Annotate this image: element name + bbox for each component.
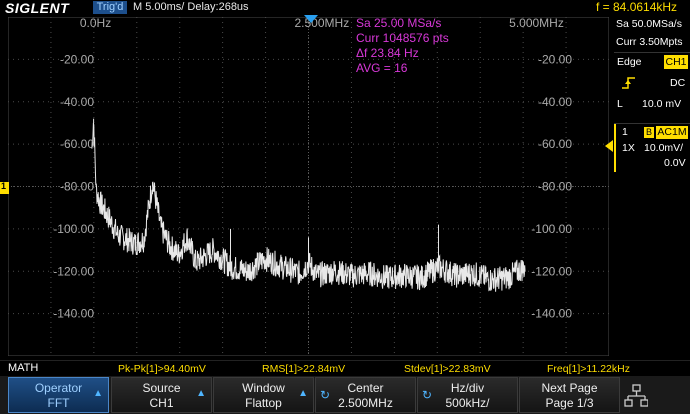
y-tick-label-right: -80.00 bbox=[538, 180, 572, 194]
channel-offset: 0.0V bbox=[664, 157, 686, 169]
y-tick-label-left: -60.00 bbox=[60, 137, 94, 151]
measure-freq: Freq[1]>11.22kHz bbox=[547, 363, 630, 375]
y-tick-label-left: -40.00 bbox=[60, 95, 94, 109]
softkey-window[interactable]: Window Flattop ▲ bbox=[213, 377, 314, 413]
softkey-center-value: 2.500MHz bbox=[338, 396, 393, 410]
waveform-display[interactable]: 0.0Hz 2.500MHz 5.000MHz -20.00 -40.00 -60.00 -… bbox=[8, 17, 609, 356]
trigger-level-label: L bbox=[617, 98, 623, 110]
arrow-up-icon: ▲ bbox=[93, 388, 103, 399]
x-tick-label: 5.000MHz bbox=[509, 17, 564, 30]
timebase-readout: M 5.00ms/ Delay:268us bbox=[133, 1, 249, 13]
math-label: MATH bbox=[8, 362, 39, 374]
fft-average: AVG = 16 bbox=[356, 61, 408, 75]
probe-attenuation: 1X bbox=[622, 142, 635, 154]
bandwidth-limit-badge: B bbox=[644, 127, 654, 138]
y-tick-label-left: -140.00 bbox=[53, 307, 94, 321]
trigger-type: Edge bbox=[617, 56, 642, 68]
channel-coupling-badge: AC1M bbox=[656, 126, 688, 139]
brand-logo: SIGLENT bbox=[5, 0, 70, 16]
measure-pkpk: Pk-Pk[1]>94.40mV bbox=[118, 363, 206, 375]
softkey-operator[interactable]: Operator FFT ▲ bbox=[8, 377, 109, 413]
y-tick-label-left: -20.00 bbox=[60, 52, 94, 66]
softkey-hz-div[interactable]: ↻ Hz/div 500kHz/ bbox=[417, 377, 518, 413]
channel-1-color-strip bbox=[614, 124, 616, 172]
channel-number: 1 bbox=[622, 126, 628, 138]
right-info-panel: Sa 50.0MSa/s Curr 3.50Mpts Edge CH1 DC L… bbox=[605, 17, 690, 362]
arrow-up-icon: ▲ bbox=[196, 388, 206, 399]
softkey-nextpage-value: Page 1/3 bbox=[545, 396, 594, 410]
y-tick-label-right: -60.00 bbox=[538, 137, 572, 151]
measurement-bar: MATH Pk-Pk[1]>94.40mV RMS[1]>22.84mV Std… bbox=[0, 360, 690, 377]
trigger-status-badge: Trig'd bbox=[93, 1, 127, 14]
softkey-menu: Operator FFT ▲ Source CH1 ▲ Window Flatt… bbox=[0, 376, 690, 414]
arrow-up-icon: ▲ bbox=[298, 388, 308, 399]
fft-current-points: Curr 1048576 pts bbox=[356, 31, 449, 45]
softkey-source[interactable]: Source CH1 ▲ bbox=[111, 377, 212, 413]
acq-memory-depth: Curr 3.50Mpts bbox=[616, 36, 683, 48]
frequency-counter-readout: f = 84.0614kHz bbox=[596, 0, 678, 14]
y-tick-label-left: -100.00 bbox=[53, 222, 94, 236]
rising-edge-icon bbox=[622, 77, 635, 89]
fft-sample-rate: Sa 25.00 MSa/s bbox=[356, 16, 442, 30]
softkey-center-title: Center bbox=[347, 381, 384, 395]
fft-delta-f: Δf 23.84 Hz bbox=[356, 46, 419, 60]
softkey-hzdiv-value: 500kHz/ bbox=[445, 396, 490, 410]
trigger-source-badge: CH1 bbox=[664, 55, 688, 69]
y-tick-label-left: -80.00 bbox=[60, 180, 94, 194]
x-tick-label: 0.0Hz bbox=[80, 17, 111, 30]
y-tick-label-right: -120.00 bbox=[531, 264, 572, 278]
y-tick-label-left: -120.00 bbox=[53, 264, 94, 278]
fft-info-block: Sa 25.00 MSa/s Curr 1048576 pts Δf 23.84… bbox=[356, 16, 449, 76]
y-tick-label-right: -100.00 bbox=[531, 222, 572, 236]
y-tick-label-right: -140.00 bbox=[531, 307, 572, 321]
softkey-hzdiv-title: Hz/div bbox=[450, 381, 485, 395]
y-tick-label-right: -40.00 bbox=[538, 95, 572, 109]
acq-sample-rate: Sa 50.0MSa/s bbox=[616, 18, 682, 30]
volts-per-div: 10.0mV/ bbox=[644, 142, 684, 154]
softkey-next-page[interactable]: Next Page Page 1/3 bbox=[519, 377, 620, 413]
network-icon bbox=[624, 384, 648, 407]
trigger-position-marker[interactable] bbox=[304, 15, 318, 24]
trigger-coupling: DC bbox=[670, 77, 686, 89]
channel-1-level-marker[interactable]: 1 bbox=[0, 181, 9, 194]
softkey-center[interactable]: ↻ Center 2.500MHz bbox=[315, 377, 416, 413]
y-tick-label-right: -20.00 bbox=[538, 52, 572, 66]
x-tick-label: 2.500MHz bbox=[295, 17, 350, 30]
measure-stdev: Stdev[1]>22.83mV bbox=[404, 363, 491, 375]
channel-1-settings-box[interactable]: 1 B AC1M 1X 10.0mV/ 0.0V bbox=[614, 123, 690, 174]
measure-rms: RMS[1]>22.84mV bbox=[262, 363, 346, 375]
trigger-level-value: 10.0 mV bbox=[642, 98, 682, 110]
softkey-nextpage-title: Next Page bbox=[541, 381, 598, 395]
channel-1-arrow-icon bbox=[605, 140, 613, 152]
channel-marker-label: 1 bbox=[1, 181, 7, 191]
trigger-settings-box[interactable]: Edge CH1 DC L 10.0 mV bbox=[614, 52, 690, 131]
